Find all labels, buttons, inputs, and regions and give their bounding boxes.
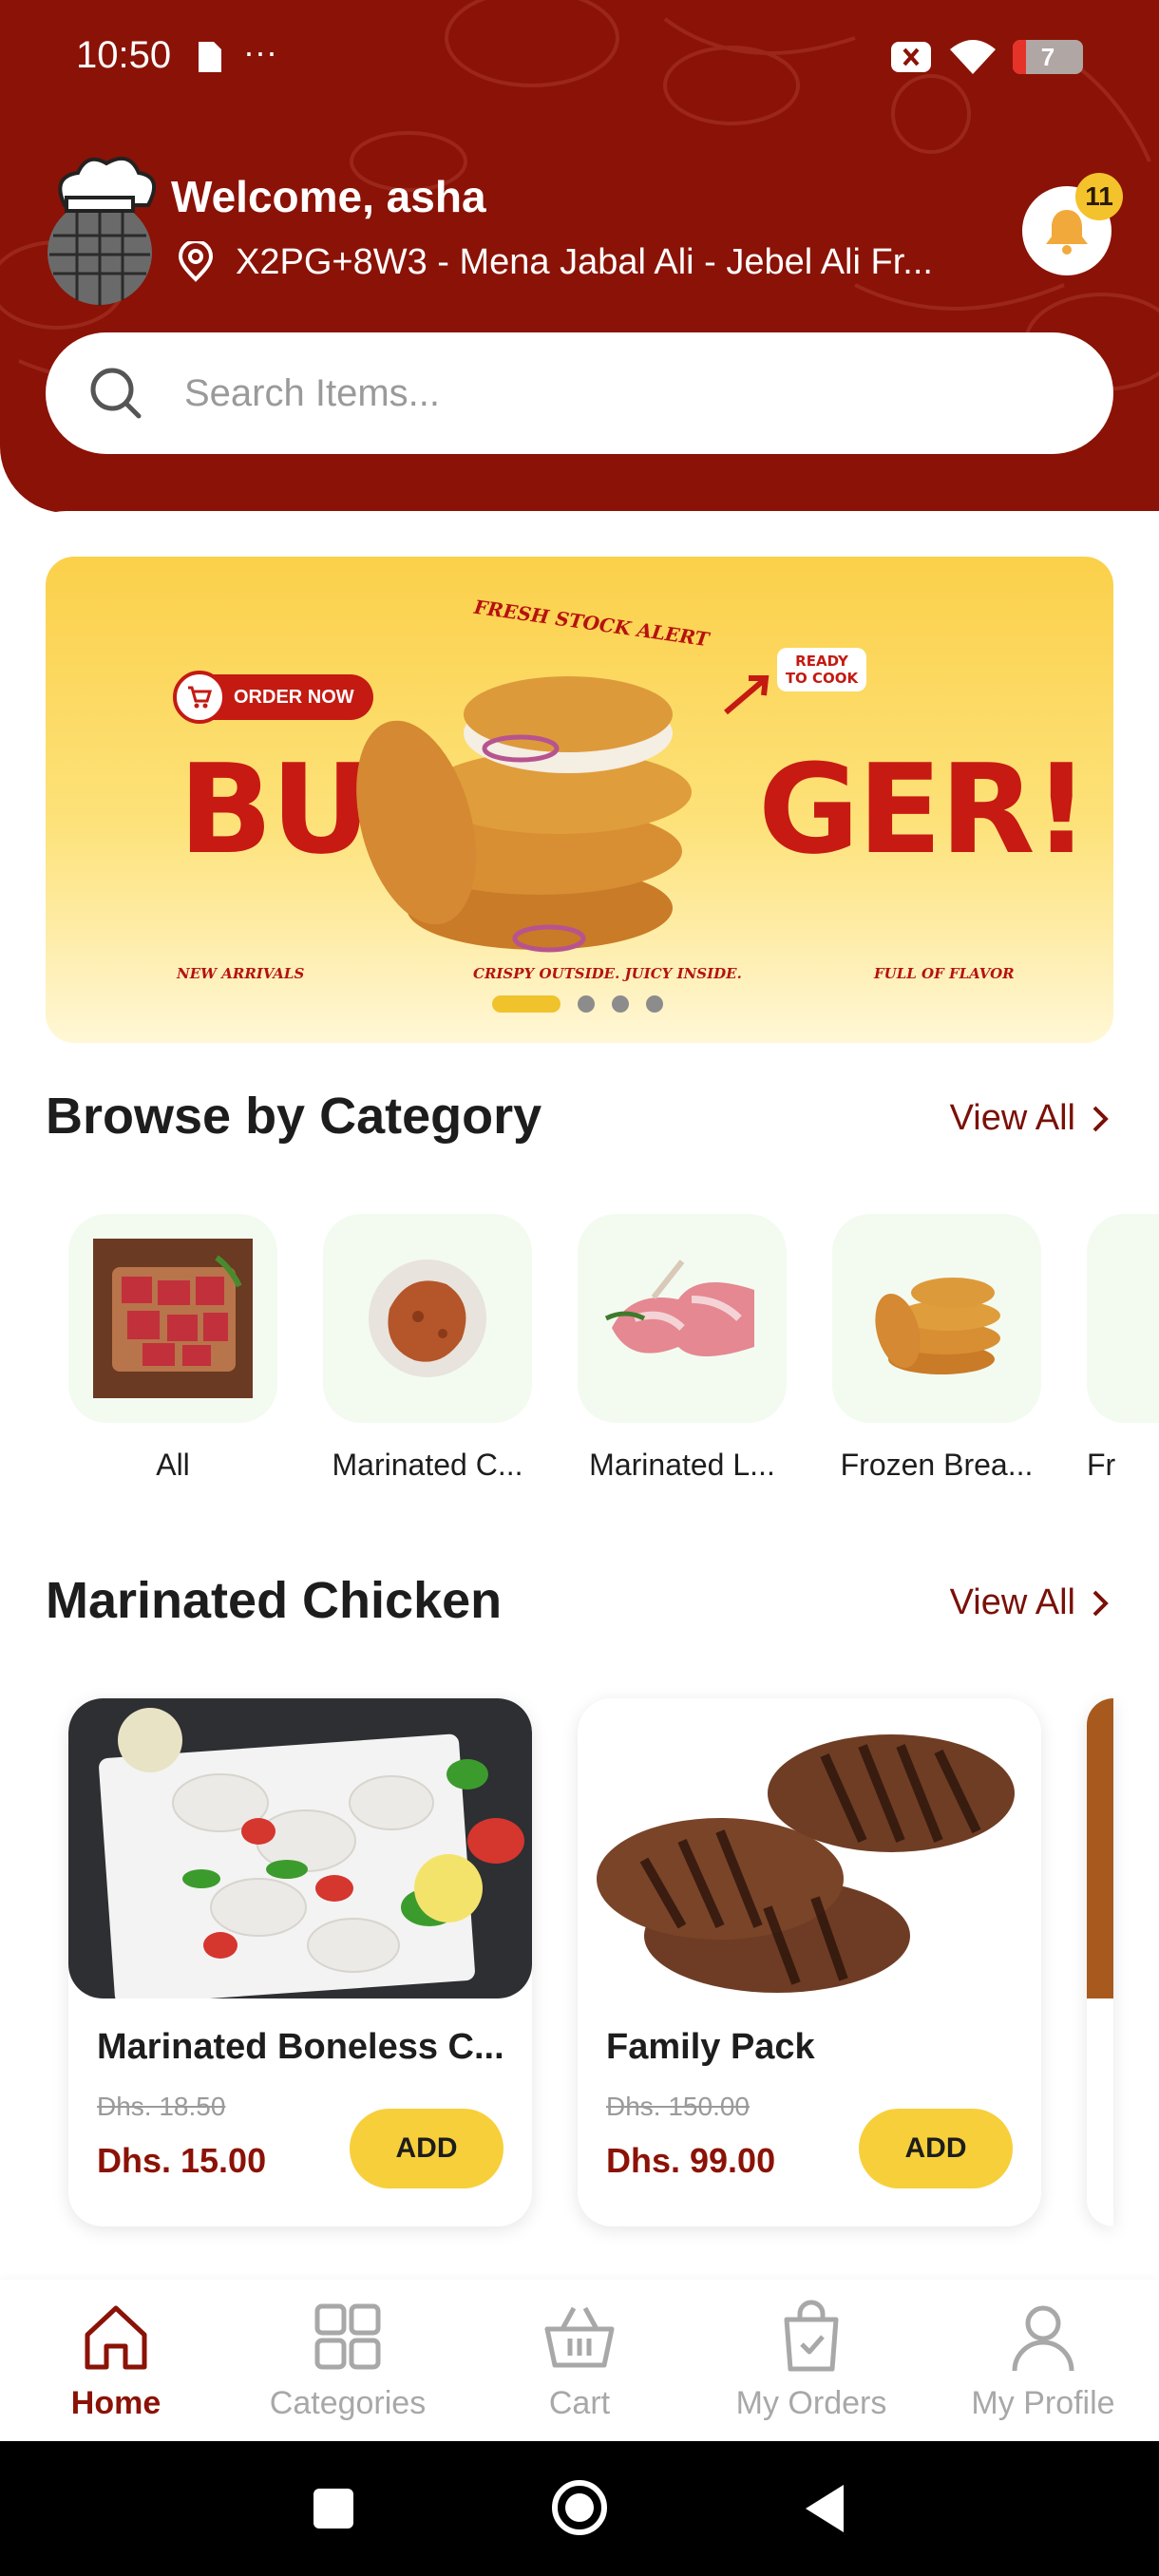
- category-label: Marinated L...: [589, 1448, 775, 1482]
- category-marinated-lamb[interactable]: Marinated L...: [578, 1214, 787, 1483]
- document-icon: [199, 42, 221, 72]
- banner-headline-right: GER!: [758, 737, 1090, 881]
- nav-home[interactable]: Home: [11, 2299, 220, 2422]
- category-label: All: [156, 1448, 190, 1482]
- home-icon: [85, 2305, 147, 2370]
- ready-line-2: TO COOK: [785, 670, 859, 687]
- ready-line-1: READY: [795, 653, 848, 670]
- nav-label: My Orders: [735, 2385, 887, 2421]
- product-price: Dhs. 99.00: [606, 2141, 776, 2180]
- carousel-indicator: [492, 995, 663, 1013]
- battery-level: 7: [1040, 42, 1055, 71]
- category-image-box: [578, 1214, 787, 1423]
- category-frozen-breaded[interactable]: Frozen Brea...: [832, 1214, 1041, 1483]
- banner-footer-right: FULL OF FLAVOR: [874, 965, 1015, 982]
- category-marinated-chicken[interactable]: Marinated C...: [323, 1214, 532, 1483]
- search-icon: [90, 368, 142, 419]
- lamb-chops-image: [604, 1260, 754, 1356]
- product-price: Dhs. 15.00: [97, 2141, 267, 2180]
- battery-indicator: 7: [1013, 40, 1083, 74]
- product-card[interactable]: Family Pack Dhs. 150.00 Dhs. 99.00 ADD: [578, 1698, 1041, 2226]
- category-label: Fr: [1087, 1448, 1116, 1482]
- back-icon[interactable]: [802, 2483, 847, 2534]
- product-name: Family Pack: [606, 2027, 815, 2067]
- breaded-patties-image: [875, 1278, 1000, 1374]
- product-image: [578, 1698, 1041, 1998]
- sim-blocked-icon: [891, 42, 931, 72]
- location-selector[interactable]: X2PG+8W3 - Mena Jabal Ali - Jebel Ali Fr…: [175, 241, 1030, 283]
- welcome-text: Welcome, asha: [171, 172, 486, 221]
- category-image-box: [323, 1214, 532, 1423]
- burger-patties-image: [356, 676, 692, 953]
- location-text: X2PG+8W3 - Mena Jabal Ali - Jebel Ali Fr…: [236, 241, 933, 282]
- home-circle-icon[interactable]: [549, 2477, 610, 2538]
- nav-profile[interactable]: My Profile: [939, 2299, 1148, 2422]
- category-label: Frozen Brea...: [840, 1448, 1034, 1482]
- browse-category-title: Browse by Category: [46, 1088, 542, 1145]
- burger-patties-image: [578, 1698, 1041, 1998]
- nav-categories[interactable]: Categories: [243, 2299, 452, 2422]
- chicken-skewer-image: [68, 1698, 532, 1998]
- wifi-icon: [950, 40, 996, 74]
- category-image-box: [832, 1214, 1041, 1423]
- carousel-dot-3[interactable]: [612, 995, 629, 1013]
- promo-banner[interactable]: FRESH STOCK ALERT ORDER NOW BU GER! READ…: [46, 557, 1113, 1043]
- nav-label: Cart: [548, 2385, 611, 2421]
- nav-orders[interactable]: My Orders: [707, 2299, 916, 2422]
- nav-cart[interactable]: Cart: [475, 2299, 684, 2422]
- category-partial[interactable]: Fr: [1087, 1214, 1159, 1483]
- search-placeholder: Search Items...: [184, 371, 440, 414]
- banner-footer-left: NEW ARRIVALS: [177, 965, 305, 982]
- bottom-navigation: Home Categories Cart My Orders My Profil…: [0, 2280, 1159, 2441]
- nav-label: Home: [70, 2385, 162, 2421]
- chevron-right-icon: [1092, 1590, 1109, 1616]
- nav-label: My Profile: [971, 2385, 1115, 2421]
- products-view-all[interactable]: View All: [950, 1582, 1113, 1623]
- view-all-label: View All: [949, 1098, 1075, 1138]
- chevron-right-icon: [1092, 1106, 1109, 1131]
- product-name: Marinated Boneless C...: [97, 2027, 504, 2067]
- beef-cubes-image: [93, 1239, 253, 1398]
- marinated-chicken-image: [369, 1260, 486, 1377]
- carousel-dot-4[interactable]: [646, 995, 663, 1013]
- product-image: [1087, 1698, 1113, 1998]
- category-label: Marinated C...: [332, 1448, 523, 1482]
- shopping-bag-icon: [784, 2300, 839, 2372]
- person-icon: [1012, 2305, 1074, 2372]
- product-card[interactable]: Marinated Boneless C... Dhs. 18.50 Dhs. …: [68, 1698, 532, 2226]
- product-old-price: Dhs. 150.00: [606, 2092, 750, 2121]
- status-indicators: 7: [889, 38, 1083, 76]
- notification-badge: 11: [1075, 173, 1123, 220]
- add-to-cart-button[interactable]: ADD: [859, 2109, 1013, 2188]
- category-all[interactable]: All: [68, 1214, 277, 1483]
- status-more: ···: [243, 32, 277, 71]
- marinated-chicken-title: Marinated Chicken: [46, 1572, 503, 1629]
- search-bar[interactable]: Search Items...: [46, 332, 1113, 454]
- product-image: [68, 1698, 532, 1998]
- banner-footer-center: CRISPY OUTSIDE. JUICY INSIDE.: [473, 965, 742, 982]
- grid-icon: [314, 2303, 381, 2370]
- status-bar: 10:50 ··· 7: [0, 0, 1159, 114]
- category-image-box: [68, 1214, 277, 1423]
- add-to-cart-button[interactable]: ADD: [350, 2109, 504, 2188]
- ready-to-cook-badge: READY TO COOK: [777, 648, 866, 691]
- basket-icon: [544, 2306, 615, 2368]
- nav-label: Categories: [269, 2385, 427, 2421]
- product-old-price: Dhs. 18.50: [97, 2092, 226, 2121]
- system-navigation-bar: [0, 2441, 1159, 2576]
- product-card-partial[interactable]: [1087, 1698, 1113, 2226]
- chef-avatar[interactable]: [44, 148, 156, 310]
- cart-icon: [173, 671, 226, 724]
- carousel-dot-2[interactable]: [578, 995, 595, 1013]
- carousel-dot-1[interactable]: [492, 995, 560, 1013]
- location-pin-icon: [178, 241, 214, 282]
- view-all-label: View All: [949, 1582, 1075, 1622]
- recents-icon[interactable]: [312, 2487, 355, 2530]
- category-image-box: [1087, 1214, 1159, 1423]
- categories-view-all[interactable]: View All: [950, 1098, 1113, 1139]
- status-time: 10:50: [76, 34, 172, 76]
